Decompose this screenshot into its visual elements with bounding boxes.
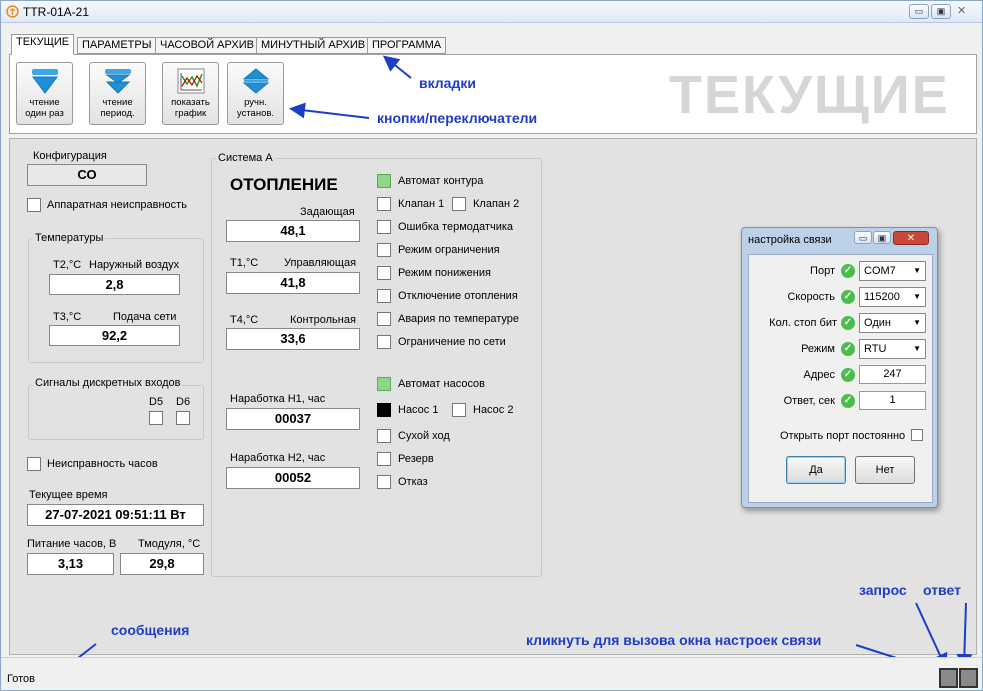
status-bar: Готов bbox=[1, 657, 982, 690]
messages-annotation: сообщения bbox=[111, 622, 190, 638]
tab-current[interactable]: ТЕКУЩИЕ bbox=[11, 34, 75, 55]
request-annotation: запрос bbox=[859, 582, 907, 598]
tabs-annotation: вкладки bbox=[419, 75, 476, 91]
click-hint-annotation: кликнуть для вызова окна настроек связи bbox=[526, 632, 822, 648]
response-indicator[interactable] bbox=[959, 668, 978, 688]
annotation-arrows bbox=[47, 55, 973, 682]
request-indicator[interactable] bbox=[939, 668, 958, 688]
buttons-annotation: кнопки/переключатели bbox=[377, 110, 538, 126]
buttons-annotation-arrow bbox=[289, 102, 370, 119]
tabs-annotation-arrow bbox=[382, 55, 412, 79]
app-window: TTR-01A-21 ▭ ▣ ✕ ТЕКУЩИЕ ПАРАМЕТРЫ ЧАСОВ… bbox=[0, 0, 983, 691]
status-text: Готов bbox=[7, 673, 35, 685]
response-annotation: ответ bbox=[923, 582, 961, 598]
